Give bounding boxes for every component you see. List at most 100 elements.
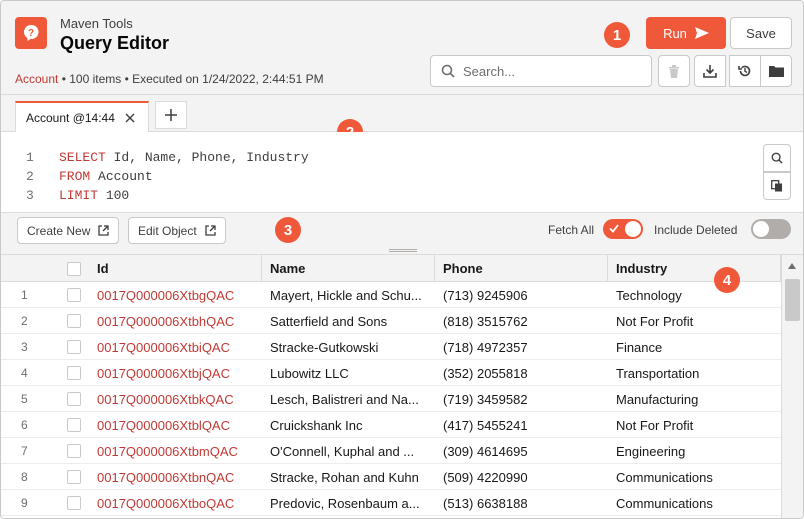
check-icon [609, 224, 619, 233]
table-row[interactable]: 9 0017Q000006XtboQAC Predovic, Rosenbaum… [1, 490, 781, 516]
table-row[interactable]: 3 0017Q000006XtbiQAC Stracke-Gutkowski (… [1, 334, 781, 360]
row-checkbox[interactable] [67, 418, 81, 432]
industry-cell: Manufacturing [616, 391, 699, 407]
record-id-link[interactable]: 0017Q000006XtbmQAC [89, 438, 261, 464]
grid-header: Id Name Phone Industry [1, 255, 781, 282]
line-number: 3 [26, 188, 34, 203]
table-row[interactable]: 5 0017Q000006XtbkQAC Lesch, Balistreri a… [1, 386, 781, 412]
trash-icon [669, 64, 679, 78]
vertical-scrollbar[interactable] [781, 255, 803, 518]
industry-cell: Not For Profit [616, 417, 694, 433]
table-row[interactable]: 7 0017Q000006XtbmQAC O'Connell, Kuphal a… [1, 438, 781, 464]
phone-cell: (309) 4614695 [443, 443, 528, 459]
row-select-cell [59, 360, 89, 386]
table-row[interactable]: 2 0017Q000006XtbhQAC Satterfield and Son… [1, 308, 781, 334]
include-deleted-toggle[interactable] [751, 219, 791, 239]
export-button[interactable] [694, 55, 726, 87]
industry-cell: Technology [616, 287, 682, 303]
phone-cell: (713) 9245906 [443, 287, 528, 303]
name-cell: O'Connell, Kuphal and ... [270, 443, 415, 459]
external-link-icon [205, 225, 216, 236]
row-checkbox[interactable] [67, 288, 81, 302]
select-all-checkbox[interactable] [67, 261, 81, 276]
record-id-link[interactable]: 0017Q000006XtblQAC [89, 412, 261, 438]
row-select-cell [59, 308, 89, 334]
code-text: 100 [98, 188, 130, 203]
edit-object-label: Edit Object [138, 223, 197, 238]
row-checkbox[interactable] [67, 496, 81, 510]
record-id-link[interactable]: 0017Q000006XtbgQAC [89, 282, 261, 308]
row-checkbox[interactable] [67, 340, 81, 354]
table-row[interactable]: 8 0017Q000006XtbnQAC Stracke, Rohan and … [1, 464, 781, 490]
row-checkbox[interactable] [67, 470, 81, 484]
run-label: Run [663, 25, 687, 41]
resize-handle[interactable] [389, 249, 417, 252]
record-id-link[interactable]: 0017Q000006XtboQAC [89, 490, 261, 516]
record-id-link[interactable]: 0017Q000006XtbjQAC [89, 360, 261, 386]
row-select-cell [59, 438, 89, 464]
record-id-link[interactable]: 0017Q000006XtbnQAC [89, 464, 261, 490]
code-text: Account [90, 169, 153, 184]
search-input[interactable] [463, 63, 643, 79]
name-cell: Satterfield and Sons [270, 313, 388, 329]
table-row[interactable]: 6 0017Q000006XtblQAC Cruickshank Inc (41… [1, 412, 781, 438]
delete-button[interactable] [658, 55, 690, 87]
editor-search-button[interactable] [763, 144, 791, 172]
row-number: 8 [21, 470, 28, 484]
save-button[interactable]: Save [730, 17, 792, 49]
column-header-name[interactable]: Name [262, 255, 435, 282]
include-deleted-label: Include Deleted [654, 223, 738, 237]
record-id-link[interactable]: 0017Q000006XtbkQAC [89, 386, 261, 412]
record-id-link[interactable]: 0017Q000006XtbiQAC [89, 334, 261, 360]
industry-cell: Communications [616, 469, 713, 485]
column-header-id[interactable]: Id [89, 255, 262, 282]
app-subtitle: Maven Tools [60, 16, 133, 31]
table-row[interactable]: 4 0017Q000006XtbjQAC Lubowitz LLC (352) … [1, 360, 781, 386]
table-row[interactable]: 1 0017Q000006XtbgQAC Mayert, Hickle and … [1, 282, 781, 308]
query-meta: Account • 100 items • Executed on 1/24/2… [15, 72, 324, 86]
search-box[interactable] [430, 55, 652, 87]
code-text: Id, Name, Phone, Industry [105, 150, 309, 165]
saved-queries-button[interactable] [760, 55, 792, 87]
name-cell: Cruickshank Inc [270, 417, 363, 433]
fetch-all-toggle[interactable] [603, 219, 643, 239]
row-number: 1 [21, 288, 28, 302]
callout-badge-3: 3 [275, 217, 301, 243]
tab-account[interactable]: Account @14:44 [15, 101, 149, 133]
soql-editor[interactable]: 1 SELECT Id, Name, Phone, Industry 2 FRO… [1, 132, 803, 213]
row-checkbox[interactable] [67, 392, 81, 406]
phone-cell: (352) 2055818 [443, 365, 528, 381]
code-keyword: FROM [59, 169, 91, 184]
column-header-phone[interactable]: Phone [435, 255, 608, 282]
column-header-industry[interactable]: Industry [608, 255, 781, 282]
name-cell: Lesch, Balistreri and Na... [270, 391, 419, 407]
add-tab-button[interactable] [155, 101, 187, 129]
app-logo-icon: ? [15, 17, 47, 49]
close-icon[interactable] [125, 113, 135, 123]
history-button[interactable] [729, 55, 761, 87]
callout-badge-1: 1 [604, 22, 630, 48]
create-new-button[interactable]: Create New [17, 217, 120, 244]
row-checkbox[interactable] [67, 366, 81, 380]
phone-cell: (718) 4972357 [443, 339, 528, 355]
industry-cell: Not For Profit [616, 313, 694, 329]
meta-object-link[interactable]: Account [15, 72, 58, 86]
select-all-cell [59, 255, 89, 282]
send-icon [694, 27, 709, 39]
row-select-cell [59, 490, 89, 516]
row-checkbox[interactable] [67, 444, 81, 458]
row-number-header [1, 255, 59, 282]
industry-cell: Finance [616, 339, 663, 355]
run-button[interactable]: Run [646, 17, 726, 49]
row-checkbox[interactable] [67, 314, 81, 328]
copy-query-button[interactable] [763, 172, 791, 200]
edit-object-button[interactable]: Edit Object [128, 217, 226, 244]
scroll-up-arrow-icon[interactable] [788, 263, 796, 269]
code-keyword: SELECT [59, 150, 106, 165]
page-header: ? Maven Tools Query Editor Account • 100… [1, 1, 803, 95]
meta-details: • 100 items • Executed on 1/24/2022, 2:4… [58, 72, 324, 86]
scrollbar-thumb[interactable] [785, 279, 800, 321]
line-number: 2 [26, 169, 34, 184]
copy-icon [771, 180, 782, 192]
record-id-link[interactable]: 0017Q000006XtbhQAC [89, 308, 261, 334]
